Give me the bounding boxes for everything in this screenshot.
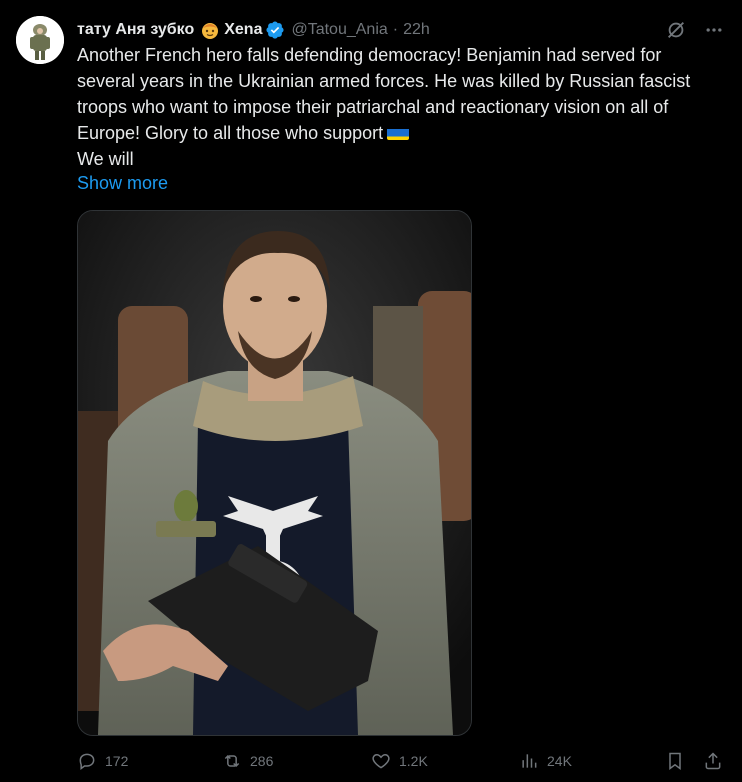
user-handle[interactable]: @Tatou_Ania bbox=[291, 21, 387, 39]
more-options-icon[interactable] bbox=[702, 18, 726, 42]
verified-badge-icon bbox=[265, 20, 285, 40]
display-name-suffix[interactable]: Xena bbox=[224, 21, 262, 39]
views-button[interactable]: 24K bbox=[519, 748, 572, 774]
tweet-actions: 172 286 1.2K 24K bbox=[77, 748, 727, 774]
share-button[interactable] bbox=[703, 748, 723, 774]
show-more-link[interactable]: Show more bbox=[77, 170, 168, 196]
bookmark-icon bbox=[669, 752, 681, 770]
avatar-image bbox=[16, 16, 64, 64]
reply-count: 172 bbox=[105, 753, 129, 769]
like-heart-icon bbox=[372, 753, 390, 769]
repost-count: 286 bbox=[250, 753, 274, 769]
header-icons bbox=[664, 18, 726, 42]
share-icon bbox=[705, 752, 721, 770]
soldier-photo-image bbox=[78, 211, 471, 735]
tweet-text-line-1: Another French hero falls defending demo… bbox=[77, 45, 691, 143]
like-button[interactable]: 1.2K bbox=[371, 748, 428, 774]
repost-button[interactable]: 286 bbox=[222, 748, 273, 774]
timestamp[interactable]: 22h bbox=[403, 21, 430, 39]
views-chart-icon bbox=[522, 754, 537, 768]
tweet-text-line-2: We will bbox=[77, 149, 134, 169]
face-emoji-icon bbox=[200, 20, 220, 40]
bookmark-button[interactable] bbox=[665, 748, 685, 774]
tweet-header: тату Аня зубко Xena @Tatou_Ania · 22h bbox=[77, 18, 726, 42]
avatar[interactable] bbox=[16, 16, 64, 64]
reply-icon bbox=[79, 753, 95, 770]
separator-dot: · bbox=[392, 21, 399, 38]
reply-button[interactable]: 172 bbox=[77, 748, 128, 774]
repost-icon bbox=[224, 754, 240, 768]
tweet-text: Another French hero falls defending demo… bbox=[77, 42, 717, 172]
views-count: 24K bbox=[547, 753, 572, 769]
grok-icon[interactable] bbox=[664, 18, 688, 42]
tweet-photo[interactable] bbox=[77, 210, 472, 736]
like-count: 1.2K bbox=[399, 753, 428, 769]
display-name[interactable]: тату Аня зубко bbox=[77, 21, 194, 39]
ukraine-flag-emoji-icon bbox=[387, 125, 410, 140]
